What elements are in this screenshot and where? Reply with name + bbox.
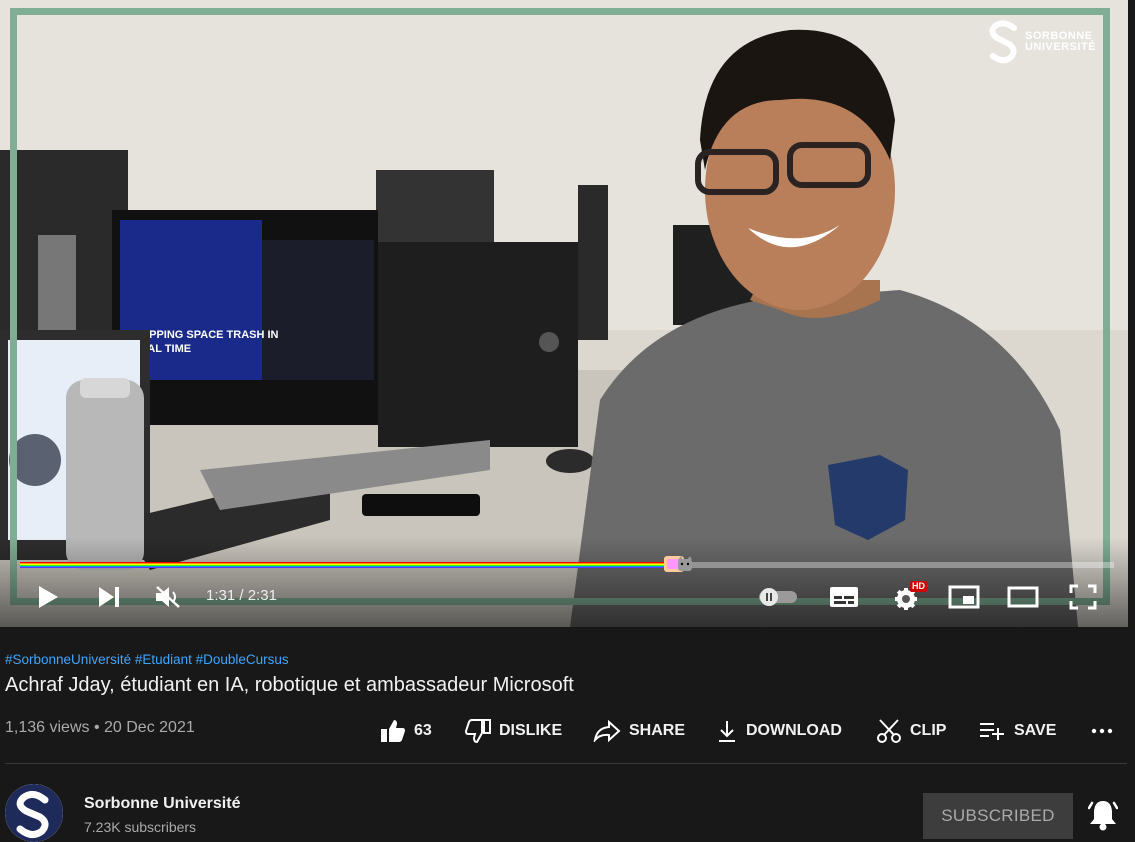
hashtags-link[interactable]: #SorbonneUniversité #Etudiant #DoubleCur… (5, 652, 289, 667)
bell-icon (1087, 801, 1119, 831)
save-button[interactable]: SAVE (978, 716, 1056, 746)
channel-name[interactable]: Sorbonne Université (84, 795, 240, 813)
share-button[interactable]: SHARE (593, 716, 685, 746)
video-title: Achraf Jday, étudiant en IA, robotique e… (5, 674, 574, 696)
fullscreen-icon (1069, 584, 1097, 610)
subtitles-button[interactable] (826, 580, 862, 614)
like-count: 63 (414, 722, 432, 739)
channel-avatar[interactable] (5, 784, 63, 842)
sorbonne-logo-icon (989, 20, 1017, 64)
hd-badge: HD (910, 581, 927, 592)
upload-date: 20 Dec 2021 (104, 719, 195, 736)
svg-text:MAPPING SPACE TRASH IN: MAPPING SPACE TRASH IN (132, 329, 279, 341)
time-total: 2:31 (247, 587, 277, 604)
nyan-cat-scrubber-icon[interactable] (662, 553, 696, 575)
notification-bell-button[interactable] (1087, 798, 1119, 832)
next-button[interactable] (91, 580, 127, 614)
time-current: 1:31 (206, 587, 236, 604)
next-icon (99, 587, 119, 607)
video-player[interactable]: MAPPING SPACE TRASH IN REAL TIME SORBONN… (0, 0, 1128, 627)
progress-bar-played (20, 562, 677, 568)
clip-icon (877, 719, 901, 743)
save-label: SAVE (1014, 722, 1057, 739)
miniplayer-button[interactable] (945, 580, 983, 614)
play-icon (39, 586, 58, 608)
sorbonne-avatar-icon (5, 784, 63, 842)
dislike-label: DISLIKE (499, 722, 563, 739)
more-actions-button[interactable] (1090, 716, 1114, 746)
theater-mode-button[interactable] (1004, 580, 1042, 614)
clip-label: CLIP (910, 722, 947, 739)
clip-button[interactable]: CLIP (876, 716, 946, 746)
like-button[interactable]: 63 (380, 716, 432, 746)
autoplay-toggle[interactable] (756, 580, 800, 614)
progress-bar[interactable] (20, 556, 1114, 572)
play-button[interactable] (30, 580, 66, 614)
view-count: 1,136 views (5, 719, 90, 736)
fullscreen-button[interactable] (1064, 580, 1102, 614)
dislike-icon (465, 719, 491, 743)
share-icon (593, 720, 621, 742)
watermark-text: SORBONNE UNIVERSITÉ (1024, 30, 1096, 53)
mute-icon (156, 586, 180, 608)
like-icon (381, 720, 405, 742)
meta-separator: • (89, 719, 104, 736)
subscribed-button[interactable]: SUBSCRIBED (923, 793, 1073, 839)
subtitles-icon (830, 587, 858, 607)
subscriber-count: 7.23K subscribers (84, 819, 197, 835)
autoplay-toggle-icon (759, 588, 797, 606)
download-label: DOWNLOAD (746, 722, 842, 739)
dislike-button[interactable]: DISLIKE (465, 716, 562, 746)
video-frame: MAPPING SPACE TRASH IN REAL TIME (0, 0, 1128, 627)
time-display: 1:31 / 2:31 (206, 587, 277, 604)
download-button[interactable]: DOWNLOAD (716, 716, 842, 746)
video-meta: 1,136 views • 20 Dec 2021 (5, 719, 195, 737)
miniplayer-icon (948, 585, 980, 609)
mute-button[interactable] (150, 580, 186, 614)
channel-watermark: SORBONNE UNIVERSITÉ (989, 20, 1096, 64)
time-separator: / (235, 587, 248, 604)
theater-icon (1007, 586, 1039, 608)
more-icon (1091, 728, 1113, 734)
save-icon (980, 723, 1004, 740)
download-icon (719, 721, 735, 742)
share-label: SHARE (629, 722, 686, 739)
section-divider (5, 763, 1127, 764)
settings-button[interactable]: HD (886, 580, 927, 614)
